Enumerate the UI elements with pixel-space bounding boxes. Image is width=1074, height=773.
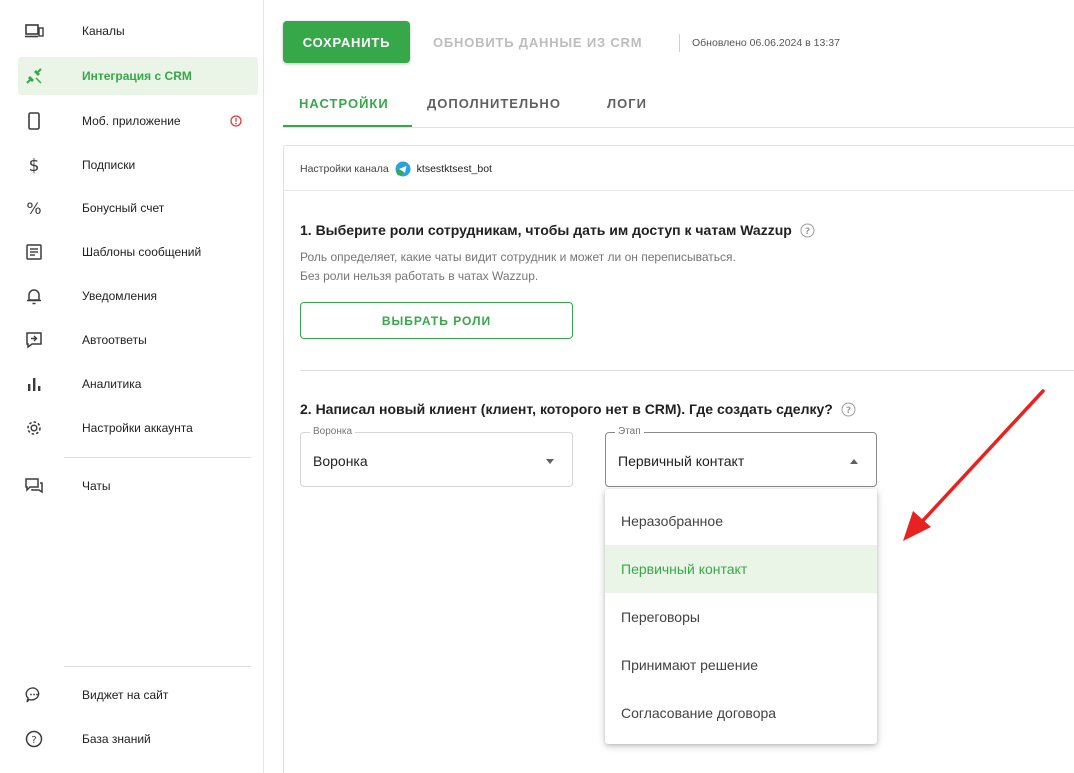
sidebar: Каналы Интеграция с CRM Моб. приложение … xyxy=(0,0,264,773)
chevron-down-icon xyxy=(546,459,554,464)
section-roles-desc-1: Роль определяет, какие чаты видит сотруд… xyxy=(300,250,736,264)
sidebar-item-label: Настройки аккаунта xyxy=(82,421,193,435)
card-header-divider xyxy=(284,190,1074,191)
alert-icon xyxy=(230,115,242,127)
widget-icon xyxy=(24,685,44,705)
sidebar-divider xyxy=(64,666,251,667)
stage-option[interactable]: Согласование договора xyxy=(605,689,877,737)
sidebar-item-label: Аналитика xyxy=(82,377,142,391)
last-updated-text: Обновлено 06.06.2024 в 13:37 xyxy=(692,37,840,49)
percent-icon: % xyxy=(24,198,44,218)
sidebar-item-templates[interactable]: Шаблоны сообщений xyxy=(18,233,258,271)
help-icon[interactable]: ? xyxy=(800,223,815,238)
stage-option[interactable]: Неразобранное xyxy=(605,497,877,545)
sidebar-item-label: Бонусный счет xyxy=(82,201,165,215)
sidebar-item-channels[interactable]: Каналы xyxy=(18,12,258,50)
sidebar-item-label: Чаты xyxy=(82,479,111,493)
tab-additional[interactable]: ДОПОЛНИТЕЛЬНО xyxy=(427,96,561,111)
bot-name: ktsestktsest_bot xyxy=(416,163,492,175)
sidebar-item-label: Интеграция с CRM xyxy=(82,69,192,83)
update-from-crm-button[interactable]: ОБНОВИТЬ ДАННЫЕ ИЗ CRM xyxy=(433,35,642,50)
sidebar-item-widget[interactable]: Виджет на сайт xyxy=(18,676,258,714)
tab-logs[interactable]: ЛОГИ xyxy=(607,96,647,111)
plug-icon xyxy=(24,66,44,86)
phone-icon xyxy=(24,111,44,131)
stage-option-selected[interactable]: Первичный контакт xyxy=(605,545,877,593)
analytics-icon xyxy=(24,374,44,394)
sidebar-item-label: Каналы xyxy=(82,24,125,38)
svg-text:?: ? xyxy=(846,406,851,416)
svg-text:%: % xyxy=(26,199,41,218)
chats-icon xyxy=(24,476,44,496)
sidebar-divider xyxy=(64,457,251,458)
funnel-select[interactable]: Воронка Воронка xyxy=(300,426,573,487)
sidebar-item-label: Виджет на сайт xyxy=(82,688,169,702)
save-button[interactable]: СОХРАНИТЬ xyxy=(283,21,410,63)
sidebar-item-subscriptions[interactable]: $ Подписки xyxy=(18,146,258,184)
sidebar-item-label: Уведомления xyxy=(82,289,158,303)
channel-settings-row: Настройки канала ktsestktsest_bot xyxy=(300,161,492,177)
toolbar-divider xyxy=(679,34,680,52)
funnel-select-value: Воронка xyxy=(313,453,368,469)
svg-text:?: ? xyxy=(805,227,810,237)
sidebar-item-label: Моб. приложение xyxy=(82,114,181,128)
section-new-client-title: 2. Написал новый клиент (клиент, которог… xyxy=(300,401,856,417)
section-new-client-title-text: 2. Написал новый клиент (клиент, которог… xyxy=(300,401,833,417)
stage-select-value: Первичный контакт xyxy=(618,453,745,469)
sidebar-item-label: Автоответы xyxy=(82,333,147,347)
section-divider xyxy=(300,370,1074,371)
funnel-select-legend: Воронка xyxy=(310,426,356,437)
tabs-divider xyxy=(283,127,1074,128)
bell-icon xyxy=(24,286,44,306)
sidebar-item-label: База знаний xyxy=(82,732,151,746)
stage-dropdown-menu: Неразобранное Первичный контакт Перегово… xyxy=(605,489,877,744)
section-roles-desc-2: Без роли нельзя работать в чатах Wazzup. xyxy=(300,269,539,283)
svg-text:?: ? xyxy=(31,735,36,746)
chevron-up-icon xyxy=(850,459,858,464)
tab-settings[interactable]: НАСТРОЙКИ xyxy=(299,96,389,111)
stage-select[interactable]: Этап Первичный контакт xyxy=(605,426,877,487)
stage-option[interactable]: Принимают решение xyxy=(605,641,877,689)
select-roles-button[interactable]: ВЫБРАТЬ РОЛИ xyxy=(300,302,573,339)
sidebar-item-analytics[interactable]: Аналитика xyxy=(18,365,258,403)
sidebar-item-notifications[interactable]: Уведомления xyxy=(18,277,258,315)
dollar-icon: $ xyxy=(24,155,44,175)
stage-option[interactable]: Переговоры xyxy=(605,593,877,641)
section-roles-title-text: 1. Выберите роли сотрудникам, чтобы дать… xyxy=(300,222,792,238)
svg-text:$: $ xyxy=(29,156,40,175)
help-icon[interactable]: ? xyxy=(841,402,856,417)
sidebar-item-crm-integration[interactable]: Интеграция с CRM xyxy=(18,57,258,95)
autoreply-icon xyxy=(24,330,44,350)
sidebar-item-knowledge-base[interactable]: ? База знаний xyxy=(18,720,258,758)
gear-icon xyxy=(24,418,44,438)
help-icon: ? xyxy=(24,729,44,749)
sidebar-item-mobile-app[interactable]: Моб. приложение xyxy=(18,102,258,140)
template-icon xyxy=(24,242,44,262)
section-roles-title: 1. Выберите роли сотрудникам, чтобы дать… xyxy=(300,222,815,238)
devices-icon xyxy=(24,21,44,41)
channel-settings-label: Настройки канала xyxy=(300,163,389,175)
sidebar-item-account-settings[interactable]: Настройки аккаунта xyxy=(18,409,258,447)
stage-select-legend: Этап xyxy=(615,426,644,437)
telegram-icon xyxy=(395,161,411,177)
sidebar-item-label: Шаблоны сообщений xyxy=(82,245,202,259)
annotation-arrow-icon xyxy=(903,389,1045,541)
sidebar-item-chats[interactable]: Чаты xyxy=(18,467,258,505)
sidebar-item-label: Подписки xyxy=(82,158,136,172)
sidebar-item-autoreplies[interactable]: Автоответы xyxy=(18,321,258,359)
sidebar-item-bonus[interactable]: % Бонусный счет xyxy=(18,189,258,227)
